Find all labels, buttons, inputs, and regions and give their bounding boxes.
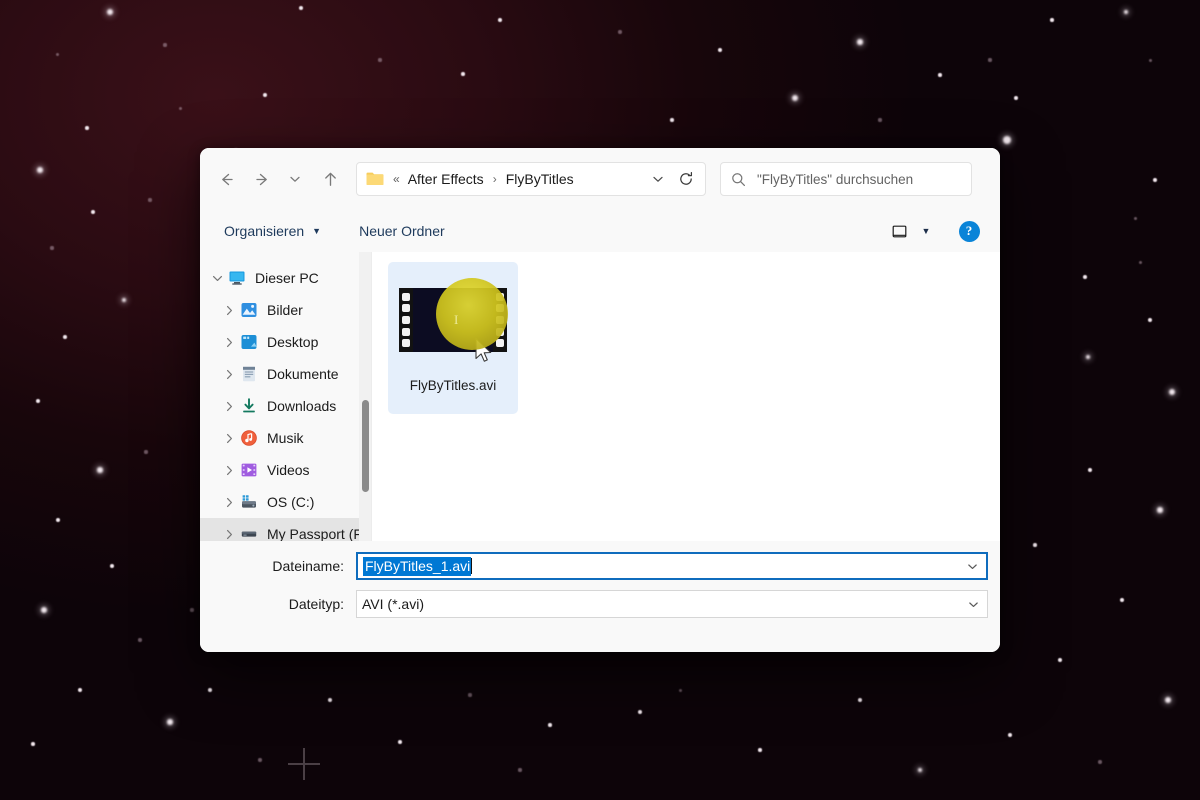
documents-icon — [240, 365, 258, 383]
chevron-down-icon: ▼ — [312, 226, 322, 236]
videos-icon — [240, 461, 258, 479]
up-button[interactable] — [314, 163, 346, 195]
plus-marker-icon — [288, 748, 320, 780]
usbdrive-icon — [240, 525, 258, 541]
recent-locations-button[interactable] — [282, 163, 308, 195]
sidebar-item-dieser-pc[interactable]: Dieser PC — [200, 262, 371, 294]
breadcrumb-overflow[interactable]: « — [393, 173, 400, 185]
view-options-chevron-icon[interactable]: ▼ — [914, 217, 938, 245]
address-bar[interactable]: « After Effects › FlyByTitles — [356, 162, 706, 196]
search-box[interactable]: "FlyByTitles" durchsuchen — [720, 162, 972, 196]
pictures-icon — [240, 301, 258, 319]
sidebar-item-dokumente[interactable]: Dokumente — [200, 358, 371, 390]
sidebar-item-label: Dieser PC — [255, 270, 319, 286]
sidebar-item-os-c[interactable]: OS (C:) — [200, 486, 371, 518]
music-icon — [240, 429, 258, 447]
filename-label: Dateiname: — [272, 558, 344, 574]
harddrive-icon — [240, 493, 258, 511]
chevron-right-icon[interactable] — [218, 336, 240, 349]
breadcrumb-separator: › — [492, 172, 497, 186]
filetype-dropdown-chevron-icon[interactable] — [959, 591, 987, 617]
sidebar-item-label: Desktop — [267, 334, 319, 350]
thumbnail-overlay-text: I — [454, 312, 460, 327]
folder-icon — [366, 172, 384, 185]
help-button[interactable]: ? — [952, 217, 986, 245]
new-folder-button[interactable]: Neuer Ordner — [351, 218, 453, 244]
footer-padding — [200, 626, 1000, 652]
sidebar-item-label: Bilder — [267, 302, 303, 318]
sidebar-item-label: Dokumente — [267, 366, 339, 382]
filetype-label: Dateityp: — [288, 596, 344, 612]
filename-input[interactable]: FlyByTitles_1.avi — [356, 552, 988, 580]
sidebar-item-label: Videos — [267, 462, 310, 478]
filename-dropdown-chevron-icon[interactable] — [958, 554, 986, 578]
chevron-down-icon[interactable] — [645, 166, 671, 192]
mouse-cursor — [475, 337, 492, 362]
monitor-icon — [228, 269, 246, 287]
command-bar: Organisieren ▼ Neuer Ordner ▼ ? — [200, 210, 1000, 252]
refresh-icon[interactable] — [671, 166, 701, 192]
chevron-right-icon[interactable] — [218, 528, 240, 541]
breadcrumb-item-flybytitles[interactable]: FlyByTitles — [504, 168, 576, 190]
chevron-right-icon[interactable] — [218, 368, 240, 381]
filetype-value: AVI (*.avi) — [362, 596, 424, 612]
search-placeholder: "FlyByTitles" durchsuchen — [757, 171, 914, 187]
filetype-row: Dateityp: AVI (*.avi) — [200, 588, 1000, 620]
navigation-bar: « After Effects › FlyByTitles "FlyByTitl… — [200, 148, 1000, 210]
file-name-label: FlyByTitles.avi — [409, 378, 497, 393]
filename-row: Dateiname: FlyByTitles_1.avi — [200, 550, 1000, 582]
film-perforations-right — [493, 288, 507, 352]
chevron-right-icon[interactable] — [218, 432, 240, 445]
back-button[interactable] — [210, 163, 242, 195]
breadcrumb-item-after-effects[interactable]: After Effects — [406, 168, 486, 190]
downloads-icon — [240, 397, 258, 415]
organize-label: Organisieren — [224, 223, 305, 239]
sidebar-item-downloads[interactable]: Downloads — [200, 390, 371, 422]
sidebar-item-my-passport-f[interactable]: My Passport (F:) — [200, 518, 371, 541]
file-item[interactable]: I FlyByTitles.avi — [388, 262, 518, 414]
sidebar-item-label: Musik — [267, 430, 304, 446]
chevron-right-icon[interactable] — [218, 304, 240, 317]
new-folder-label: Neuer Ordner — [359, 223, 445, 239]
view-layout-icon[interactable] — [884, 217, 914, 245]
dialog-footer: Dateiname: FlyByTitles_1.avi Dateityp: A… — [200, 541, 1000, 652]
organize-button[interactable]: Organisieren ▼ — [216, 218, 329, 244]
sidebar-item-label: Downloads — [267, 398, 337, 414]
filename-value: FlyByTitles_1.avi — [363, 556, 472, 576]
desktop-icon — [240, 333, 258, 351]
chevron-right-icon[interactable] — [218, 496, 240, 509]
search-icon — [731, 172, 746, 187]
navigation-sidebar: Dieser PC Bilder Desktop Dokumente Downloads… — [200, 252, 372, 541]
sidebar-item-label: OS (C:) — [267, 494, 315, 510]
sidebar-scrollbar-track[interactable] — [359, 252, 371, 541]
file-list-view[interactable]: I FlyByTitles.avi — [372, 252, 1000, 541]
help-icon: ? — [958, 220, 980, 242]
chevron-right-icon[interactable] — [218, 400, 240, 413]
sidebar-scrollbar-thumb[interactable] — [362, 400, 369, 492]
dialog-body: Dieser PC Bilder Desktop Dokumente Downloads… — [200, 252, 1000, 541]
forward-button[interactable] — [246, 163, 278, 195]
film-perforations-left — [399, 288, 413, 352]
filetype-select[interactable]: AVI (*.avi) — [356, 590, 988, 618]
sidebar-item-videos[interactable]: Videos — [200, 454, 371, 486]
sidebar-item-label: My Passport (F:) — [267, 526, 371, 541]
sidebar-item-desktop[interactable]: Desktop — [200, 326, 371, 358]
folder-tree: Dieser PC Bilder Desktop Dokumente Downloads… — [200, 262, 371, 541]
text-caret — [471, 558, 473, 574]
chevron-down-icon[interactable] — [206, 272, 228, 285]
chevron-right-icon[interactable] — [218, 464, 240, 477]
sidebar-item-bilder[interactable]: Bilder — [200, 294, 371, 326]
save-as-dialog: « After Effects › FlyByTitles "FlyByTitl… — [200, 148, 1000, 652]
sidebar-item-musik[interactable]: Musik — [200, 422, 371, 454]
